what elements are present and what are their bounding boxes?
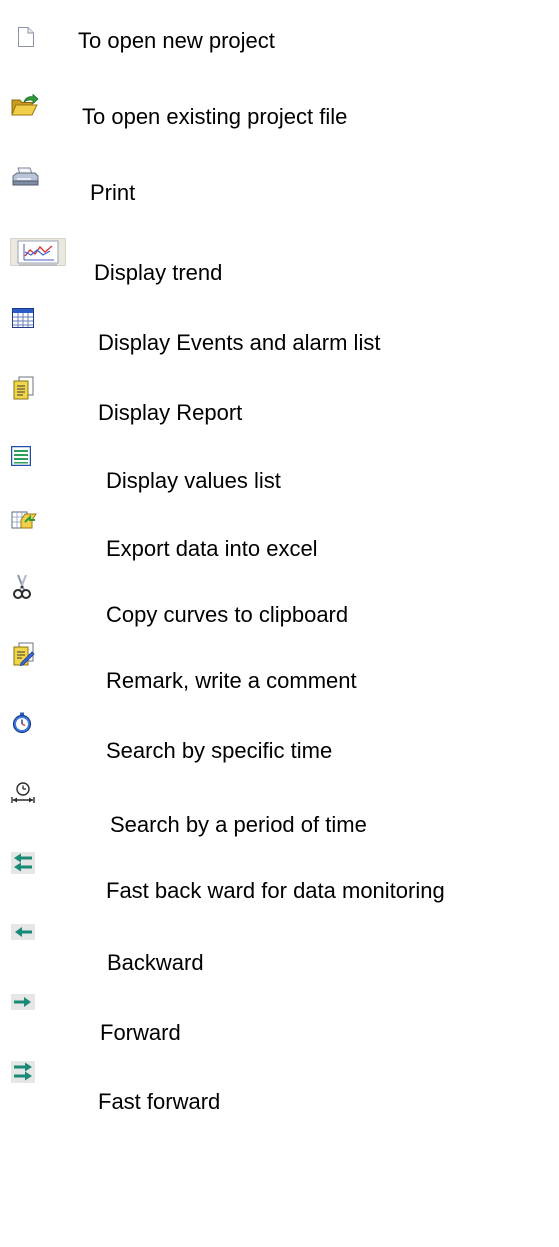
- new-document-icon[interactable]: [17, 26, 35, 48]
- printer-icon[interactable]: [11, 166, 39, 188]
- legend-label: Forward: [100, 1020, 181, 1045]
- legend-label: Print: [90, 180, 136, 205]
- legend-row-export-excel: Export data into excel: [0, 508, 559, 561]
- backward-icon[interactable]: [11, 924, 35, 940]
- legend-row-remark: Remark, write a comment: [0, 642, 559, 693]
- legend-label: Display values list: [106, 468, 281, 493]
- legend-label: Export data into excel: [106, 536, 318, 561]
- forward-icon[interactable]: [11, 994, 35, 1010]
- legend-row-backward: Backward: [0, 924, 559, 975]
- legend-label: Search by a period of time: [110, 812, 367, 837]
- legend-row-copy-curves: Copy curves to clipboard: [0, 574, 559, 627]
- legend-row-search-period: Search by a period of time: [0, 782, 559, 837]
- stopwatch-icon[interactable]: [12, 712, 32, 734]
- scissors-icon[interactable]: [13, 574, 31, 600]
- legend-label: To open new project: [78, 28, 275, 53]
- fast-forward-icon[interactable]: [11, 1061, 35, 1083]
- legend-label: Display Events and alarm list: [98, 330, 381, 355]
- legend-row-display-report: Display Report: [0, 376, 559, 425]
- legend-row-events-alarm: Display Events and alarm list: [0, 308, 559, 355]
- legend-label: Copy curves to clipboard: [106, 602, 349, 627]
- export-excel-icon[interactable]: [11, 508, 37, 530]
- remark-icon[interactable]: [12, 642, 36, 666]
- legend-row-display-trend: Display trend: [0, 238, 559, 285]
- legend-row-print: Print: [0, 166, 559, 206]
- legend-row-fast-backward: Fast back ward for data monitoring: [0, 852, 559, 903]
- time-period-icon[interactable]: [10, 782, 36, 804]
- legend-row-values-list: Display values list: [0, 446, 559, 493]
- report-icon[interactable]: [12, 376, 36, 400]
- open-folder-icon[interactable]: [11, 94, 39, 118]
- trend-chart-icon[interactable]: [10, 238, 66, 266]
- legend-row-fast-forward: Fast forward: [0, 1061, 559, 1114]
- legend-row-new-project: To open new project: [0, 22, 559, 62]
- legend-row-open-project: To open existing project file: [0, 94, 559, 134]
- legend-label: Fast back ward for data monitoring: [106, 878, 445, 903]
- fast-backward-icon[interactable]: [11, 852, 35, 874]
- values-list-icon[interactable]: [11, 446, 31, 466]
- legend-label: Remark, write a comment: [106, 668, 357, 693]
- legend-label: Display Report: [98, 400, 243, 425]
- legend-row-forward: Forward: [0, 994, 559, 1045]
- legend-label: Fast forward: [98, 1089, 221, 1114]
- legend-label: Search by specific time: [106, 738, 333, 763]
- legend-label: Display trend: [94, 260, 223, 285]
- legend-label: To open existing project file: [82, 104, 348, 129]
- legend-label: Backward: [107, 950, 204, 975]
- legend-row-search-specific-time: Search by specific time: [0, 712, 559, 763]
- event-list-icon[interactable]: [12, 308, 34, 328]
